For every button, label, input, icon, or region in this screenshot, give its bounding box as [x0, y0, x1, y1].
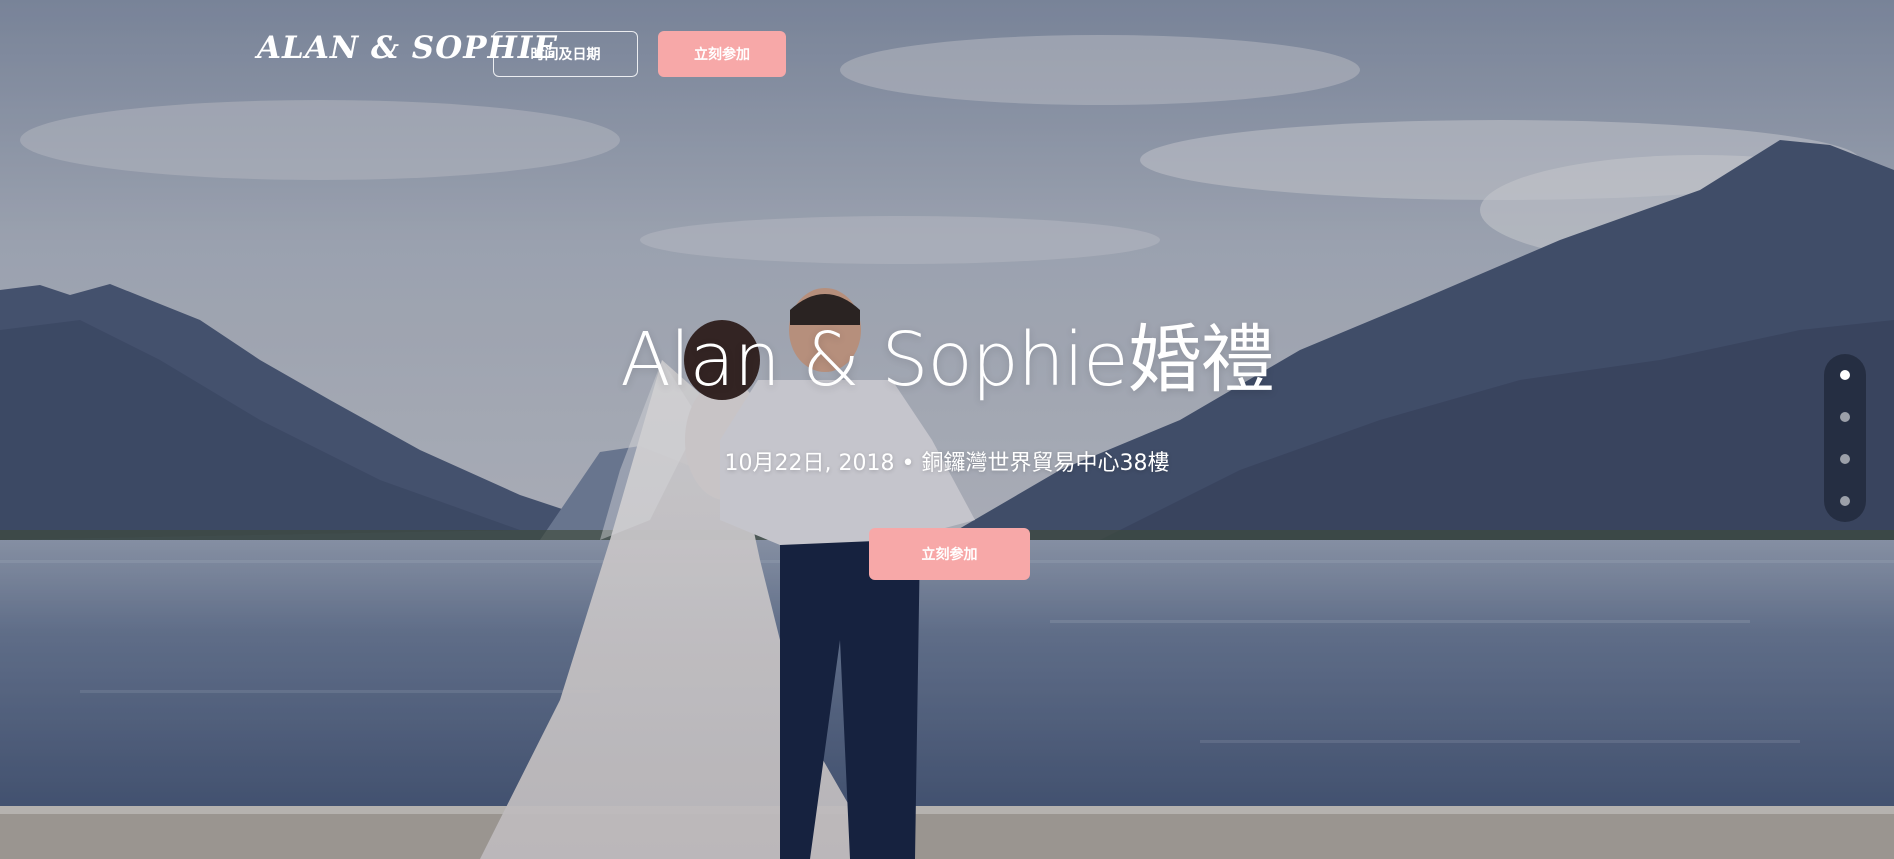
hero-section: ALAN & SOPHIE 时间及日期 立刻参加 Alan & Sophie婚禮…	[0, 0, 1894, 859]
hero-overlay	[0, 0, 1894, 859]
pager-dot-1[interactable]	[1840, 370, 1850, 380]
time-date-button[interactable]: 时间及日期	[493, 31, 638, 77]
hero-title: Alan & Sophie婚禮	[620, 317, 1274, 403]
top-navigation: ALAN & SOPHIE 时间及日期 立刻参加	[0, 0, 1894, 110]
pager-dot-4[interactable]	[1840, 496, 1850, 506]
pager-dot-2[interactable]	[1840, 412, 1850, 422]
section-pager	[1824, 354, 1866, 522]
pager-dot-3[interactable]	[1840, 454, 1850, 464]
join-now-nav-button[interactable]: 立刻参加	[658, 31, 786, 77]
hero-subtitle: 10月22日, 2018 • 銅鑼灣世界貿易中心38樓	[724, 451, 1170, 476]
join-now-cta-button[interactable]: 立刻参加	[869, 528, 1030, 580]
